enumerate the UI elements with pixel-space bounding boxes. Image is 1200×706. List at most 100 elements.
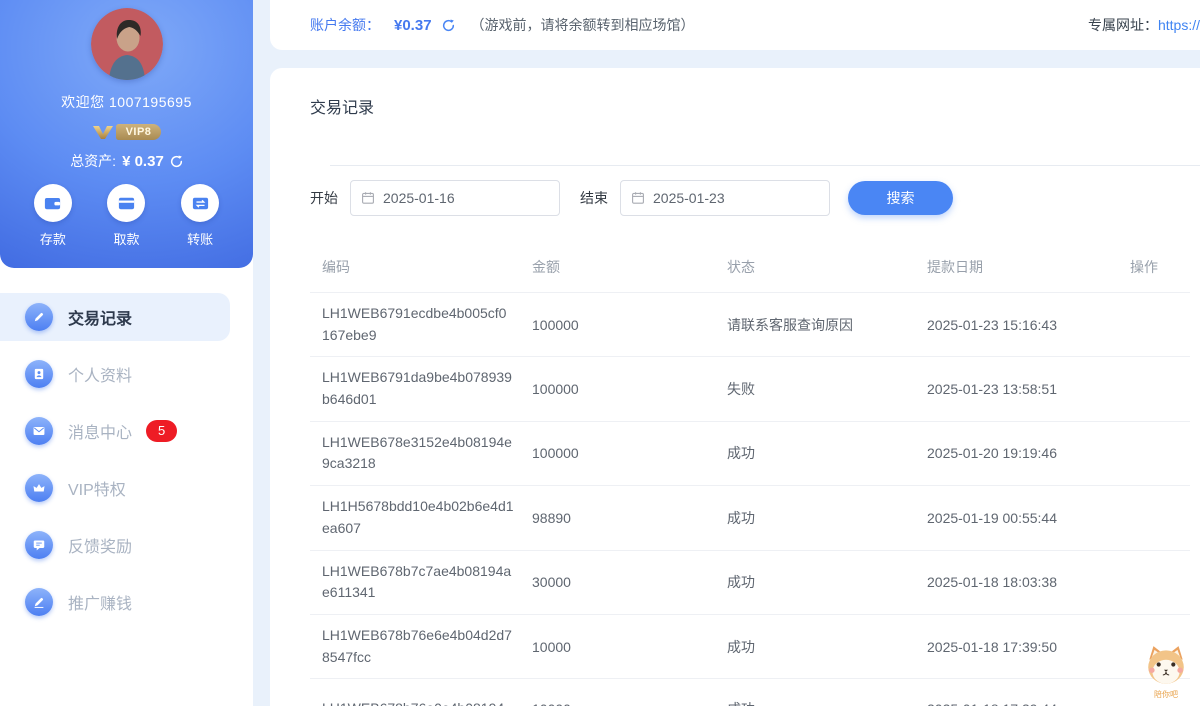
sidebar-menu: 交易记录 个人资料 消息中心 5 VIP特权 反馈奖励 推广赚钱 [0,268,253,626]
site-url-label: 专属网址： [1088,17,1158,33]
avatar [91,8,163,80]
cell-amount: 100000 [532,317,727,333]
transfer-button[interactable]: 转账 [181,184,219,248]
vip-badge: VIP8 [0,124,253,140]
unread-count-badge: 5 [146,420,177,442]
table-row: LH1WEB678b76e0e4b08194 10000 成功 2025-01-… [310,679,1190,706]
chat-icon [25,531,53,559]
refresh-icon[interactable] [170,155,183,168]
sidebar-item-message-center[interactable]: 消息中心 5 [0,407,230,455]
vip-v-icon [92,125,114,140]
withdrawal-table: 编码 金额 状态 提款日期 操作 LH1WEB6791ecdbe4b005cf0… [310,237,1200,706]
shiba-dog-icon [1143,644,1189,686]
mascot-caption: 陪你吧 [1140,689,1192,700]
transfer-icon [181,184,219,222]
table-body: LH1WEB6791ecdbe4b005cf0167ebe9 100000 请联… [310,293,1190,706]
card-icon [107,184,145,222]
cell-date: 2025-01-18 17:39:50 [927,639,1130,655]
cell-amount: 30000 [532,574,727,590]
action-label: 存款 [40,229,66,248]
table-row: LH1WEB678b76e6e4b04d2d78547fcc 10000 成功 … [310,615,1190,679]
exclusive-url: 专属网址：https:// [1088,15,1200,35]
col-date: 提款日期 [927,257,1130,277]
sidebar-item-label: VIP特权 [68,476,126,500]
cell-status: 失败 [727,379,927,399]
welcome-text: 欢迎您 1007195695 [0,92,253,112]
cell-status: 成功 [727,699,927,706]
crown-icon [25,474,53,502]
cell-amount: 10000 [532,639,727,655]
vip-level-label: VIP8 [116,124,162,140]
cell-code: LH1H5678bdd10e4b02b6e4d1ea607 [322,496,524,539]
sidebar-item-label: 交易记录 [68,305,132,329]
sidebar-item-label: 消息中心 [68,419,132,443]
withdraw-button[interactable]: 取款 [107,184,145,248]
quick-actions: 存款 取款 转账 [0,184,253,248]
total-assets: 总资产: ¥ 0.37 [0,151,253,171]
end-date-value: 2025-01-23 [653,190,725,206]
cell-status: 请联系客服查询原因 [727,315,927,335]
table-row: LH1WEB678e3152e4b08194e9ca3218 100000 成功… [310,422,1190,486]
end-date-label: 结束 [580,188,608,208]
site-url-link[interactable]: https:// [1158,17,1200,33]
sidebar-item-vip-privileges[interactable]: VIP特权 [0,464,230,512]
balance-amount: ¥0.37 [394,17,432,34]
cell-amount: 98890 [532,510,727,526]
user-profile-card: 欢迎您 1007195695 VIP8 总资产: ¥ 0.37 存款 取款 转账 [0,0,253,268]
sidebar-item-label: 个人资料 [68,362,132,386]
end-date-input[interactable]: 2025-01-23 [620,180,830,216]
cell-date: 2025-01-18 18:03:38 [927,574,1130,590]
cell-date: 2025-01-20 19:19:46 [927,445,1130,461]
edit-icon [25,303,53,331]
balance-label: 账户余额： [310,15,380,35]
assets-label: 总资产: [70,151,116,171]
topbar: 账户余额： ¥0.37 （游戏前，请将余额转到相应场馆） 专属网址：https:… [270,0,1200,50]
deposit-button[interactable]: 存款 [34,184,72,248]
mascot-widget[interactable]: 陪你吧 [1140,644,1192,700]
cell-date: 2025-01-19 00:55:44 [927,510,1130,526]
cell-code: LH1WEB678e3152e4b08194e9ca3218 [322,432,524,475]
table-row: LH1WEB678b7c7ae4b08194ae611341 30000 成功 … [310,551,1190,615]
balance-note: （游戏前，请将余额转到相应场馆） [471,15,695,35]
cell-status: 成功 [727,572,927,592]
cell-code: LH1WEB6791da9be4b078939b646d01 [322,367,524,410]
sidebar-item-personal-profile[interactable]: 个人资料 [0,350,230,398]
cell-date: 2025-01-18 17:39:44 [927,701,1130,706]
sidebar-item-promotion-earnings[interactable]: 推广赚钱 [0,578,230,626]
col-amount: 金额 [532,257,727,277]
action-label: 取款 [113,229,139,248]
wallet-icon [34,184,72,222]
sidebar: 欢迎您 1007195695 VIP8 总资产: ¥ 0.37 存款 取款 转账 [0,0,253,706]
cell-status: 成功 [727,443,927,463]
sidebar-item-label: 推广赚钱 [68,590,132,614]
cell-code: LH1WEB678b76e6e4b04d2d78547fcc [322,625,524,668]
table-row: LH1H5678bdd10e4b02b6e4d1ea607 98890 成功 2… [310,486,1190,550]
cell-status: 成功 [727,508,927,528]
cell-code: LH1WEB678b76e0e4b08194 [322,698,524,706]
col-action: 操作 [1130,257,1190,277]
sidebar-item-transaction-records[interactable]: 交易记录 [0,293,230,341]
table-header: 编码 金额 状态 提款日期 操作 [310,237,1190,293]
main-content: 交易记录 开始 2025-01-16 结束 2025-01-23 搜索 编码 金… [270,68,1200,706]
cell-code: LH1WEB678b7c7ae4b08194ae611341 [322,561,524,604]
action-label: 转账 [187,229,213,248]
date-filter: 开始 2025-01-16 结束 2025-01-23 搜索 [310,180,1200,216]
start-date-value: 2025-01-16 [383,190,455,206]
cell-date: 2025-01-23 15:16:43 [927,317,1130,333]
idcard-icon [25,360,53,388]
table-row: LH1WEB6791ecdbe4b005cf0167ebe9 100000 请联… [310,293,1190,357]
search-button[interactable]: 搜索 [848,181,953,215]
cell-amount: 100000 [532,381,727,397]
record-tabs [330,145,1200,166]
calendar-icon [361,191,375,205]
cell-amount: 100000 [532,445,727,461]
avatar-image [91,8,163,80]
start-date-input[interactable]: 2025-01-16 [350,180,560,216]
cell-status: 成功 [727,637,927,657]
refresh-icon[interactable] [442,19,455,32]
mail-icon [25,417,53,445]
sidebar-item-feedback-rewards[interactable]: 反馈奖励 [0,521,230,569]
col-code: 编码 [322,257,532,277]
page-title: 交易记录 [310,94,1200,118]
cell-amount: 10000 [532,701,727,706]
